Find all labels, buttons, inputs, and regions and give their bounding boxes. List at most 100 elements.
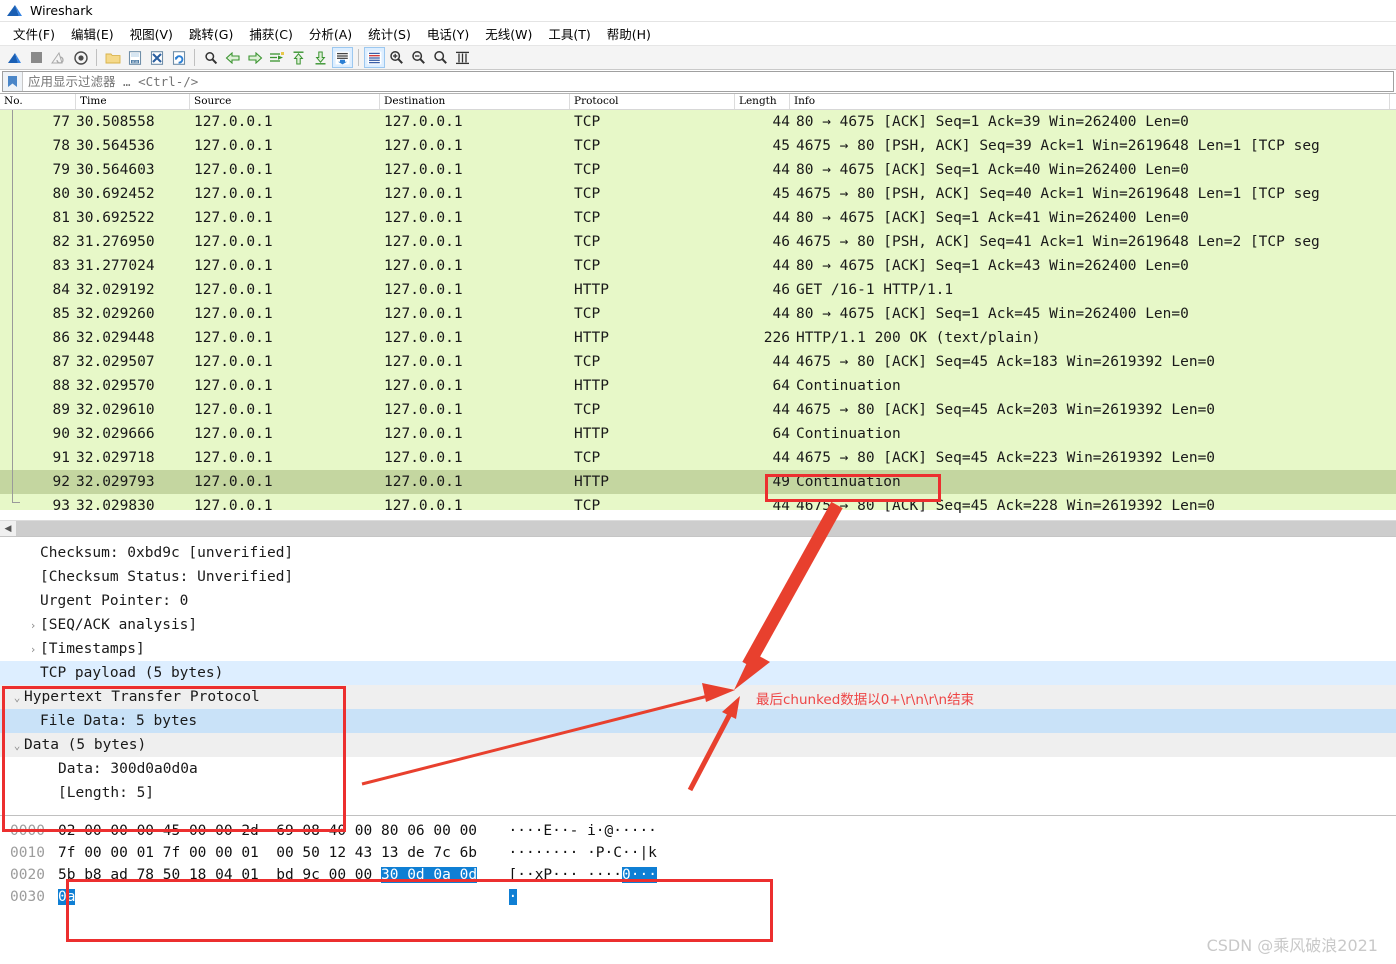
chevron-icon[interactable]: ⌄ — [10, 691, 24, 704]
go-last-icon[interactable] — [310, 47, 331, 68]
window-title: Wireshark — [30, 3, 93, 18]
column-header-no[interactable]: No. — [0, 94, 76, 109]
table-row[interactable]: 83 31.277024 127.0.0.1 127.0.0.1 TCP 44 80 → 4… — [0, 254, 1396, 278]
open-file-icon[interactable] — [102, 47, 123, 68]
go-forward-icon[interactable] — [244, 47, 265, 68]
bookmark-icon[interactable] — [3, 72, 23, 91]
cell-time: 32.029570 — [76, 378, 155, 394]
main-toolbar: 010 — [0, 45, 1396, 70]
detail-tree-item[interactable]: [Length: 5] — [0, 781, 1396, 805]
column-header-length[interactable]: Length — [735, 94, 790, 109]
resize-columns-icon[interactable] — [452, 47, 473, 68]
table-row[interactable]: 87 32.029507 127.0.0.1 127.0.0.1 TCP 44 4675 →… — [0, 350, 1396, 374]
save-file-icon[interactable]: 010 — [124, 47, 145, 68]
hexdump-row[interactable]: 0030 0a · — [0, 886, 1396, 908]
detail-tree-item[interactable]: [Checksum Status: Unverified] — [0, 565, 1396, 589]
chevron-icon[interactable]: › — [26, 643, 40, 656]
table-row[interactable]: 78 30.564536 127.0.0.1 127.0.0.1 TCP 45 4675 →… — [0, 134, 1396, 158]
detail-tree-item[interactable]: Urgent Pointer: 0 — [0, 589, 1396, 613]
column-header-source[interactable]: Source — [190, 94, 380, 109]
hexdump-row[interactable]: 0020 5b b8 ad 78 50 18 04 01 bd 9c 00 00 … — [0, 864, 1396, 886]
reload-icon[interactable] — [168, 47, 189, 68]
cell-source: 127.0.0.1 — [194, 306, 273, 322]
detail-tree-item[interactable]: › [SEQ/ACK analysis] — [0, 613, 1396, 637]
table-row[interactable]: 90 32.029666 127.0.0.1 127.0.0.1 HTTP 64 Conti… — [0, 422, 1396, 446]
menu-file[interactable]: 文件(F) — [5, 22, 63, 45]
table-row[interactable]: 92 32.029793 127.0.0.1 127.0.0.1 HTTP 49 Conti… — [0, 470, 1396, 494]
menu-statistics[interactable]: 统计(S) — [360, 22, 419, 45]
table-row[interactable]: 77 30.508558 127.0.0.1 127.0.0.1 TCP 44 80 → 4… — [0, 110, 1396, 134]
detail-tree-item[interactable]: › [Timestamps] — [0, 637, 1396, 661]
colorize-icon[interactable] — [364, 47, 385, 68]
zoom-out-icon[interactable] — [408, 47, 429, 68]
cell-destination: 127.0.0.1 — [384, 450, 463, 466]
table-row[interactable]: 84 32.029192 127.0.0.1 127.0.0.1 HTTP 46 GET /… — [0, 278, 1396, 302]
scroll-thumb[interactable] — [16, 521, 1396, 536]
chevron-icon[interactable]: › — [26, 619, 40, 632]
chevron-icon[interactable]: ⌄ — [10, 739, 24, 752]
packet-bytes-pane[interactable]: 0000 02 00 00 00 45 00 00 2d 69 08 40 00 … — [0, 815, 1396, 935]
menu-telephony[interactable]: 电话(Y) — [419, 22, 477, 45]
restart-capture-icon[interactable] — [48, 47, 69, 68]
start-capture-icon[interactable] — [4, 47, 25, 68]
cell-protocol: TCP — [574, 306, 601, 322]
menu-capture[interactable]: 捕获(C) — [241, 22, 300, 45]
cell-protocol: HTTP — [574, 282, 609, 298]
go-back-icon[interactable] — [222, 47, 243, 68]
column-header-destination[interactable]: Destination — [380, 94, 570, 109]
cell-info: 4675 → 80 [ACK] Seq=45 Ack=223 Win=26193… — [796, 450, 1216, 466]
menu-analyze[interactable]: 分析(A) — [301, 22, 360, 45]
table-row[interactable]: 81 30.692522 127.0.0.1 127.0.0.1 TCP 44 80 → 4… — [0, 206, 1396, 230]
menu-help[interactable]: 帮助(H) — [599, 22, 659, 45]
menu-tools[interactable]: 工具(T) — [540, 22, 598, 45]
menu-wireless[interactable]: 无线(W) — [477, 22, 540, 45]
zoom-reset-icon[interactable] — [430, 47, 451, 68]
stop-capture-icon[interactable] — [26, 47, 47, 68]
table-row[interactable]: 89 32.029610 127.0.0.1 127.0.0.1 TCP 44 4675 →… — [0, 398, 1396, 422]
detail-tree-item[interactable]: Checksum: 0xbd9c [unverified] — [0, 541, 1396, 565]
menu-bar: 文件(F) 编辑(E) 视图(V) 跳转(G) 捕获(C) 分析(A) 统计(S) 电话(Y)… — [0, 22, 1396, 45]
packet-detail-pane[interactable]: Checksum: 0xbd9c [unverified] [Checksum S… — [0, 537, 1396, 815]
table-row[interactable]: 79 30.564603 127.0.0.1 127.0.0.1 TCP 44 80 → 4… — [0, 158, 1396, 182]
cell-source: 127.0.0.1 — [194, 186, 273, 202]
hexdump-bytes: 7f 00 00 01 7f 00 00 01 00 50 12 43 13 d… — [58, 845, 495, 861]
zoom-in-icon[interactable] — [386, 47, 407, 68]
table-row[interactable]: 86 32.029448 127.0.0.1 127.0.0.1 HTTP 226 HTTP… — [0, 326, 1396, 350]
packet-list[interactable]: 77 30.508558 127.0.0.1 127.0.0.1 TCP 44 80 → 4… — [0, 110, 1396, 520]
detail-tree-item[interactable]: Data: 300d0a0d0a — [0, 757, 1396, 781]
find-packet-icon[interactable] — [200, 47, 221, 68]
table-row[interactable]: 85 32.029260 127.0.0.1 127.0.0.1 TCP 44 80 → 4… — [0, 302, 1396, 326]
detail-tree-item[interactable]: File Data: 5 bytes — [0, 709, 1396, 733]
table-row[interactable]: 91 32.029718 127.0.0.1 127.0.0.1 TCP 44 4675 →… — [0, 446, 1396, 470]
table-row[interactable]: 80 30.692452 127.0.0.1 127.0.0.1 TCP 45 4675 →… — [0, 182, 1396, 206]
cell-destination: 127.0.0.1 — [384, 354, 463, 370]
detail-tree-item[interactable]: ⌄ Hypertext Transfer Protocol — [0, 685, 1396, 709]
go-to-packet-icon[interactable] — [266, 47, 287, 68]
cell-protocol: TCP — [574, 402, 601, 418]
detail-tree-item[interactable]: TCP payload (5 bytes) — [0, 661, 1396, 685]
packet-list-hscrollbar[interactable]: ◀ — [0, 520, 1396, 537]
hexdump-row[interactable]: 0010 7f 00 00 01 7f 00 00 01 00 50 12 43 … — [0, 842, 1396, 864]
menu-go[interactable]: 跳转(G) — [181, 22, 241, 45]
hexdump-row[interactable]: 0000 02 00 00 00 45 00 00 2d 69 08 40 00 … — [0, 820, 1396, 842]
search-input[interactable] — [23, 73, 1393, 90]
auto-scroll-icon[interactable] — [332, 47, 353, 68]
close-file-icon[interactable] — [146, 47, 167, 68]
table-row[interactable]: 82 31.276950 127.0.0.1 127.0.0.1 TCP 46 4675 →… — [0, 230, 1396, 254]
cell-destination: 127.0.0.1 — [384, 114, 463, 130]
cell-protocol: TCP — [574, 258, 601, 274]
scroll-left-icon[interactable]: ◀ — [0, 521, 16, 536]
display-filter-box[interactable] — [2, 71, 1394, 92]
table-row[interactable]: 88 32.029570 127.0.0.1 127.0.0.1 HTTP 64 Conti… — [0, 374, 1396, 398]
menu-view[interactable]: 视图(V) — [122, 22, 181, 45]
table-row[interactable]: 93 32.029830 127.0.0.1 127.0.0.1 TCP 44 4675 →… — [0, 494, 1396, 518]
detail-tree-item[interactable]: ⌄ Data (5 bytes) — [0, 733, 1396, 757]
menu-edit[interactable]: 编辑(E) — [63, 22, 122, 45]
column-header-info[interactable]: Info — [790, 94, 1390, 109]
column-header-time[interactable]: Time — [76, 94, 190, 109]
hexdump-ascii: · — [508, 889, 518, 905]
go-first-icon[interactable] — [288, 47, 309, 68]
cell-protocol: TCP — [574, 210, 601, 226]
column-header-protocol[interactable]: Protocol — [570, 94, 735, 109]
capture-options-icon[interactable] — [70, 47, 91, 68]
